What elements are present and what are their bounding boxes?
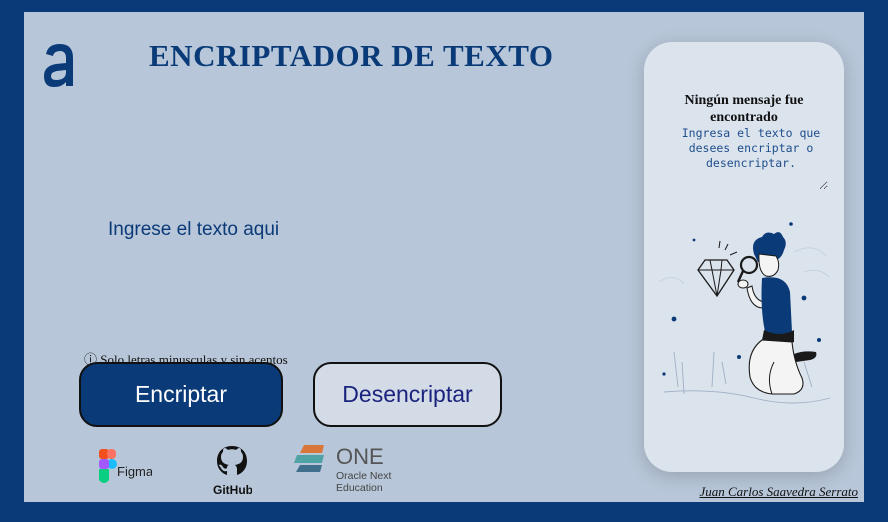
github-label: GitHub xyxy=(213,483,252,497)
person-with-magnifier-illustration xyxy=(658,222,831,404)
output-panel: Ningún mensaje fue encontrado xyxy=(644,42,844,472)
github-logo-icon[interactable]: GitHub xyxy=(212,442,252,498)
page-title: ENCRIPTADOR DE TEXTO xyxy=(149,38,554,73)
main-frame: ENCRIPTADOR DE TEXTO ⓘ Solo letras minus… xyxy=(24,12,864,502)
one-label: ONE xyxy=(336,444,384,469)
output-textarea[interactable] xyxy=(674,124,828,190)
text-input[interactable] xyxy=(106,217,610,331)
figma-logo-icon[interactable]: Figma xyxy=(96,442,152,498)
output-title: Ningún mensaje fue encontrado xyxy=(684,93,804,125)
one-sub-line1: Oracle Next xyxy=(336,470,392,482)
encrypt-button[interactable]: Encriptar xyxy=(79,362,283,427)
oracle-next-education-logo-icon[interactable]: ONE Oracle Next Education xyxy=(294,442,404,498)
alura-logo-icon xyxy=(44,44,73,87)
figma-label: Figma xyxy=(117,464,152,479)
one-sub-line2: Education xyxy=(336,482,383,494)
author-link[interactable]: Juan Carlos Saavedra Serrato xyxy=(699,484,858,500)
decrypt-button[interactable]: Desencriptar xyxy=(313,362,502,427)
